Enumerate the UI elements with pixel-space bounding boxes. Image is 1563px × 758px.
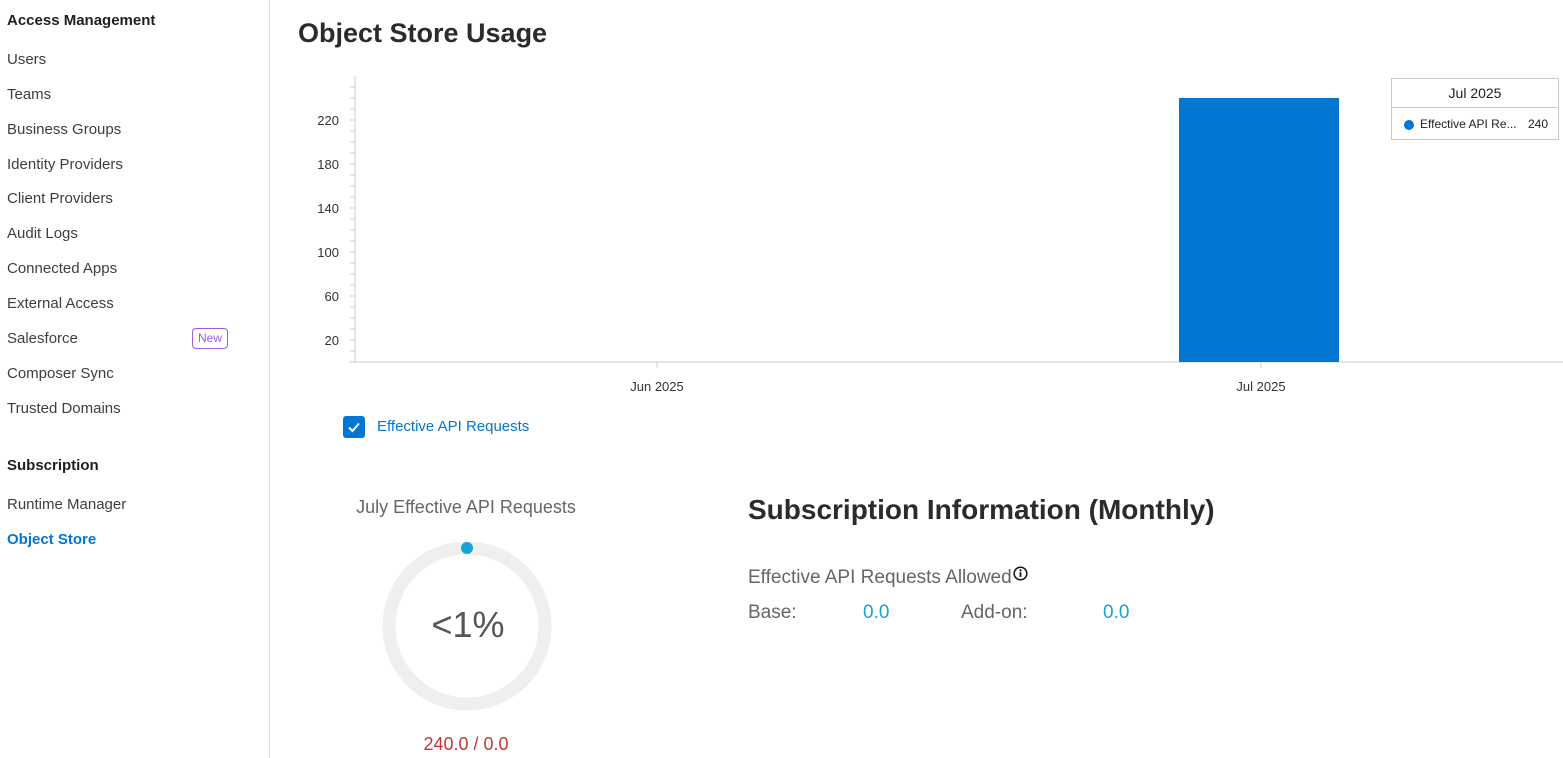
y-tick-label: 60 (325, 289, 339, 304)
sidebar-item-identity-providers[interactable]: Identity Providers (7, 155, 247, 175)
sidebar-item-trusted-domains[interactable]: Trusted Domains (7, 399, 247, 419)
addon-value: 0.0 (1103, 602, 1130, 623)
sidebar-item-composer-sync[interactable]: Composer Sync (7, 364, 247, 384)
sidebar-item-audit-logs[interactable]: Audit Logs (7, 224, 247, 244)
x-tick-label: Jun 2025 (630, 379, 684, 394)
y-tick-label: 140 (317, 201, 339, 216)
page-title: Object Store Usage (298, 18, 548, 48)
sidebar-item-runtime-manager[interactable]: Runtime Manager (7, 495, 247, 515)
sidebar-item-teams[interactable]: Teams (7, 85, 247, 105)
subscription-title: Subscription Information (Monthly) (748, 494, 1215, 525)
info-icon[interactable] (1013, 566, 1028, 581)
sidebar: Access Management Users Teams Business G… (0, 0, 270, 758)
gauge-indicator (461, 542, 473, 554)
gauge-title: July Effective API Requests (356, 497, 576, 517)
tooltip-series-value: 240 (1527, 117, 1548, 131)
x-tick-label: Jul 2025 (1236, 379, 1285, 394)
allowed-label: Effective API Requests Allowed (748, 567, 1012, 588)
section-title-access-management: Access Management (7, 12, 156, 29)
sidebar-item-connected-apps[interactable]: Connected Apps (7, 259, 247, 279)
addon-label: Add-on: (961, 602, 1028, 623)
legend-checkbox[interactable] (343, 416, 365, 438)
usage-chart: 20 60 100 140 180 220 Jun 2025 Jul 2025 (317, 76, 1563, 394)
check-icon (348, 422, 360, 433)
sidebar-item-business-groups[interactable]: Business Groups (7, 120, 247, 140)
base-value: 0.0 (863, 602, 890, 623)
chart-bar (1179, 98, 1339, 362)
chart-tooltip: Jul 2025 Effective API Re... 240 (1391, 78, 1559, 140)
tooltip-series-dot (1404, 120, 1414, 130)
new-badge: New (192, 328, 229, 349)
sidebar-item-client-providers[interactable]: Client Providers (7, 189, 247, 209)
sidebar-item-external-access[interactable]: External Access (7, 294, 247, 314)
gauge-value: <1% (431, 604, 505, 645)
sidebar-item-object-store[interactable]: Object Store (7, 530, 247, 550)
section-title-subscription: Subscription (7, 457, 99, 474)
tooltip-title: Jul 2025 (1392, 79, 1558, 108)
legend-label[interactable]: Effective API Requests (377, 418, 529, 435)
base-label: Base: (748, 602, 797, 623)
y-tick-label: 20 (325, 333, 339, 348)
gauge-footer: 240.0 / 0.0 (423, 734, 509, 754)
y-tick-label: 180 (317, 157, 339, 172)
tooltip-series-label: Effective API Re... (1420, 117, 1517, 131)
y-tick-label: 100 (317, 245, 339, 260)
sidebar-item-users[interactable]: Users (7, 50, 247, 70)
y-tick-label: 220 (317, 113, 339, 128)
tooltip-row: Effective API Re... 240 (1392, 108, 1558, 140)
